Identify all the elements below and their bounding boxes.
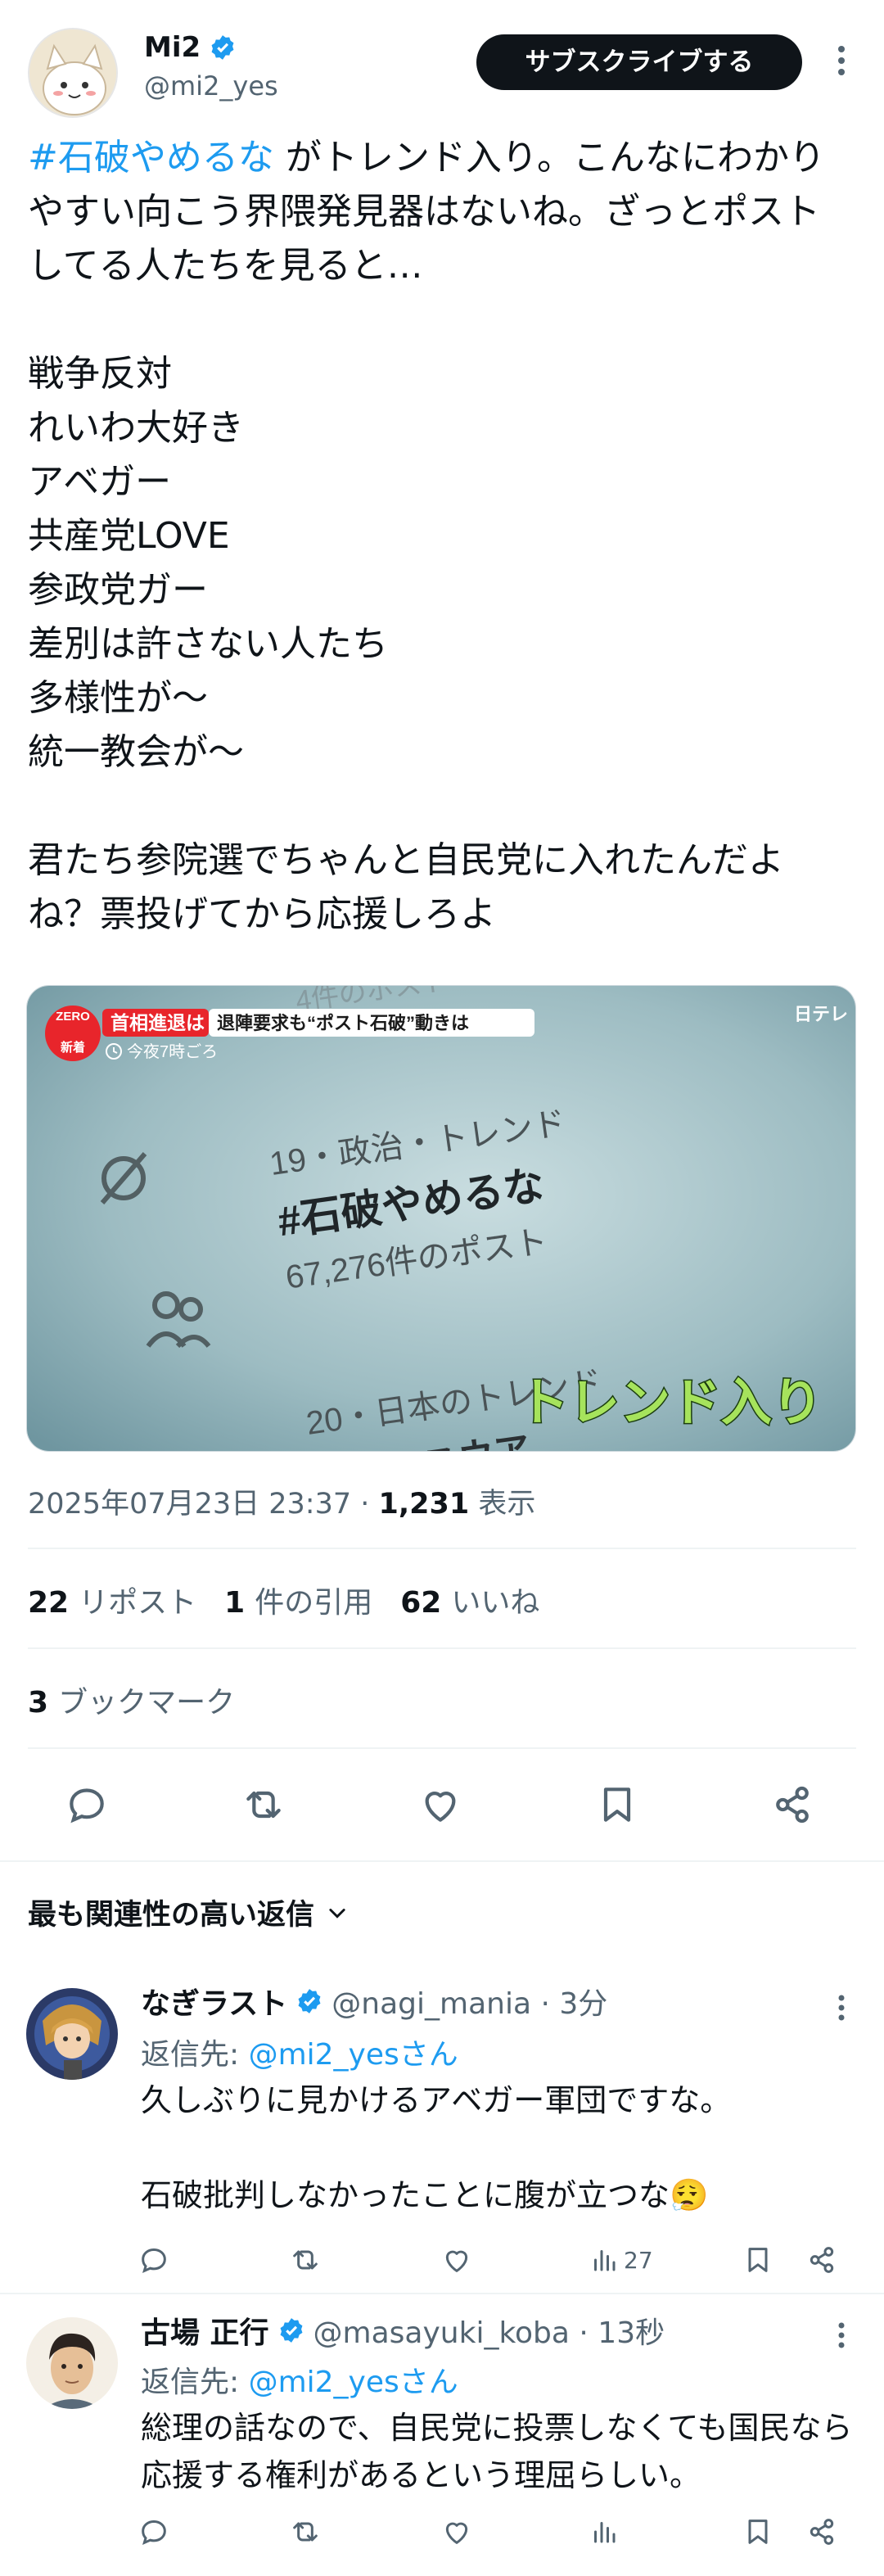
reply-to-link[interactable]: @mi2_yesさん bbox=[249, 2038, 458, 2072]
views-count: 1,231 bbox=[378, 1488, 470, 1521]
reply-to-link[interactable]: @mi2_yesさん bbox=[249, 2366, 458, 2399]
reply-to-line: 返信先: @mi2_yesさん bbox=[141, 2358, 458, 2401]
like-icon[interactable] bbox=[440, 2507, 473, 2556]
verified-badge-icon bbox=[298, 1989, 321, 2013]
tweet-action-bar bbox=[0, 1772, 884, 1837]
retweet-icon[interactable] bbox=[288, 2235, 322, 2285]
reply-avatar[interactable] bbox=[26, 2317, 118, 2409]
reply-sort-dropdown[interactable]: 最も関連性の高い返信 bbox=[28, 1891, 349, 1933]
bookmark-icon[interactable] bbox=[742, 2507, 774, 2556]
engagement-stats: 22 リポスト 1 件の引用 62 いいね bbox=[28, 1579, 539, 1621]
reply-avatar[interactable] bbox=[26, 1988, 118, 2080]
subscribe-button[interactable]: サブスクライブする bbox=[476, 34, 802, 90]
tweet-body: がトレンド入り。こんなにわかりやすい向こう界隈発見器はないね。ざっとポストしてる… bbox=[28, 137, 825, 935]
divider bbox=[0, 2293, 884, 2294]
divider bbox=[0, 1860, 884, 1862]
reply-header: 古場 正行 @masayuki_koba · 13秒 bbox=[141, 2309, 665, 2352]
analytics-icon bbox=[594, 2522, 616, 2543]
bookmark-icon[interactable] bbox=[584, 1772, 650, 1837]
reposts-stat[interactable]: 22 リポスト bbox=[28, 1579, 196, 1621]
more-options-icon[interactable] bbox=[825, 36, 858, 85]
media-brand-top: ZERO bbox=[56, 1010, 90, 1024]
bookmarks-stat[interactable]: 3 ブックマーク bbox=[28, 1679, 235, 1721]
reply-icon[interactable] bbox=[138, 2235, 170, 2285]
media-overlay-text: トレンド入り bbox=[518, 1375, 823, 1431]
author-avatar[interactable] bbox=[28, 28, 118, 118]
retweet-icon[interactable] bbox=[231, 1772, 296, 1837]
quotes-stat[interactable]: 1 件の引用 bbox=[224, 1579, 372, 1621]
author-handle[interactable]: @mi2_yes bbox=[144, 70, 278, 102]
author-name[interactable]: Mi2 bbox=[144, 31, 237, 64]
views-label: 表示 bbox=[469, 1488, 536, 1521]
reply-author-handle[interactable]: @masayuki_koba · 13秒 bbox=[313, 2309, 665, 2352]
share-icon[interactable] bbox=[760, 1772, 825, 1837]
share-icon[interactable] bbox=[805, 2507, 838, 2556]
chevron-down-icon bbox=[329, 1908, 345, 1918]
divider bbox=[28, 1548, 856, 1549]
reply-views-count: 27 bbox=[624, 2246, 653, 2274]
reply-icon[interactable] bbox=[138, 2507, 170, 2556]
divider bbox=[28, 1747, 856, 1749]
tweet-header: Mi2 @mi2_yes サブスクライブする bbox=[0, 0, 884, 118]
divider bbox=[28, 1647, 856, 1649]
media-banner-title: 首相進退は bbox=[110, 1012, 205, 1033]
reply-text: 久しぶりに見かけるアベガー軍団ですな。 石破批判しなかったことに腹が立つな😮‍💨 bbox=[141, 2082, 732, 2213]
reply-text: 総理の話なので、自民党に投票しなくても国民なら応援する権利があるという理屈らしい… bbox=[141, 2410, 853, 2493]
like-icon[interactable] bbox=[408, 1772, 473, 1837]
views-stat[interactable]: 27 bbox=[589, 2235, 653, 2285]
reply-action-bar bbox=[123, 2507, 859, 2556]
reply-author-handle[interactable]: @nagi_mania · 3分 bbox=[332, 1980, 607, 2022]
reply-more-icon[interactable] bbox=[825, 2316, 858, 2357]
reply-author-name[interactable]: 古場 正行 bbox=[141, 2309, 269, 2352]
reply-header: なぎラスト @nagi_mania · 3分 bbox=[141, 1980, 607, 2022]
reply-sort-label[interactable]: 最も関連性の高い返信 bbox=[28, 1891, 314, 1933]
reply-icon[interactable] bbox=[54, 1772, 120, 1837]
tweet-timestamp[interactable]: 2025年07月23日 23:37 · 1,231 表示 bbox=[28, 1480, 535, 1522]
reply-to-line: 返信先: @mi2_yesさん bbox=[141, 2031, 458, 2073]
tweet-text: #石破やめるな がトレンド入り。こんなにわかりやすい向こう界隈発見器はないね。ざ… bbox=[28, 131, 855, 942]
reply-to-prefix: 返信先: bbox=[141, 2366, 249, 2399]
media-brand-new: 新着 bbox=[61, 1040, 85, 1055]
tweet-media-image[interactable]: 4件のポスト 19・政治・トレンド #石破やめるな 67,276件のポスト 20… bbox=[26, 985, 856, 1452]
views-stat[interactable] bbox=[589, 2507, 624, 2556]
media-channel-logo: 日テレ bbox=[794, 1004, 848, 1024]
retweet-icon[interactable] bbox=[288, 2507, 322, 2556]
hashtag-link[interactable]: #石破やめるな bbox=[28, 137, 274, 179]
reply-author-name[interactable]: なぎラスト bbox=[141, 1980, 287, 2022]
media-banner-time: 今夜7時ごろ bbox=[127, 1042, 218, 1061]
analytics-icon bbox=[594, 2250, 616, 2271]
share-icon[interactable] bbox=[805, 2235, 838, 2285]
reply-more-icon[interactable] bbox=[825, 1988, 858, 2029]
verified-badge-icon bbox=[280, 2318, 303, 2343]
reply-to-prefix: 返信先: bbox=[141, 2038, 249, 2072]
tweet-datetime[interactable]: 2025年07月23日 23:37 · bbox=[28, 1488, 379, 1521]
verified-badge-icon bbox=[209, 34, 237, 61]
bookmark-icon[interactable] bbox=[742, 2235, 774, 2285]
reply-action-bar: 27 bbox=[123, 2235, 859, 2285]
media-banner-subtitle: 退陣要求も“ポスト石破”動きは bbox=[217, 1013, 469, 1033]
author-name-text[interactable]: Mi2 bbox=[144, 31, 201, 64]
likes-stat[interactable]: 62 いいね bbox=[400, 1579, 539, 1621]
like-icon[interactable] bbox=[440, 2235, 473, 2285]
